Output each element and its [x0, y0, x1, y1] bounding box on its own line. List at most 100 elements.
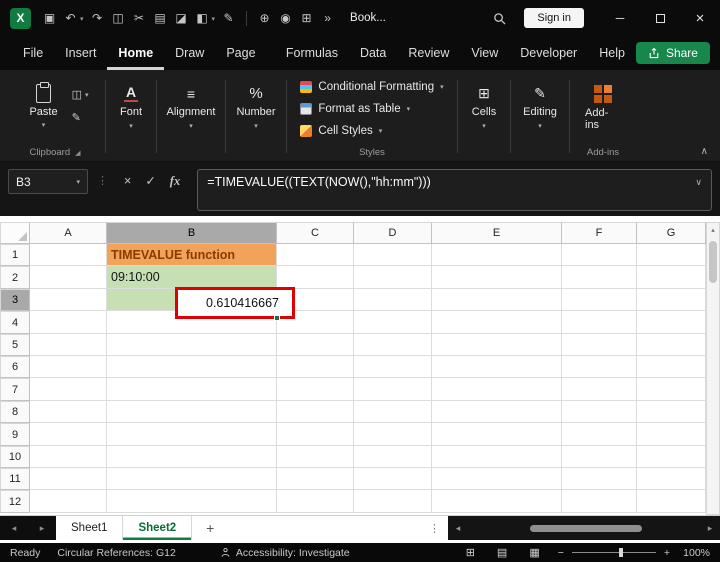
cell-F5[interactable] [562, 334, 637, 356]
cell-A4[interactable] [30, 311, 107, 334]
cell-E9[interactable] [432, 423, 562, 446]
row-header-11[interactable]: 11 [0, 468, 30, 490]
vertical-scroll-thumb[interactable] [709, 241, 717, 283]
sheet-tab-sheet2[interactable]: Sheet2 [123, 516, 193, 540]
column-header-A[interactable]: A [30, 222, 107, 244]
horizontal-scrollbar[interactable]: ◂ ▸ [448, 516, 720, 540]
scroll-right-icon[interactable]: ▸ [700, 523, 720, 534]
cell-B6[interactable] [107, 356, 277, 378]
cell-G6[interactable] [637, 356, 706, 378]
cell-B10[interactable] [107, 446, 277, 468]
cell-D2[interactable] [354, 266, 432, 289]
insert-table-icon[interactable]: ⊞ [296, 11, 317, 25]
undo-icon[interactable]: ↶ [60, 11, 81, 25]
cell-D4[interactable] [354, 311, 432, 334]
cell-A2[interactable] [30, 266, 107, 289]
cell-E10[interactable] [432, 446, 562, 468]
cell-G10[interactable] [637, 446, 706, 468]
column-header-D[interactable]: D [354, 222, 432, 244]
cell-D7[interactable] [354, 378, 432, 401]
horizontal-scroll-track[interactable] [468, 516, 700, 540]
page-break-view-icon[interactable]: ▦ [529, 546, 539, 559]
column-header-C[interactable]: C [277, 222, 354, 244]
cell-B7[interactable] [107, 378, 277, 401]
cell-C10[interactable] [277, 446, 354, 468]
zoom-slider-thumb[interactable] [618, 548, 623, 557]
cell-D5[interactable] [354, 334, 432, 356]
ribbon-tab-draw[interactable]: Draw [164, 36, 215, 70]
cell-G4[interactable] [637, 311, 706, 334]
chevron-down-icon[interactable]: ▾ [76, 178, 80, 186]
zoom-percentage[interactable]: 100% [680, 547, 710, 559]
row-header-5[interactable]: 5 [0, 334, 30, 356]
ribbon-tab-formulas[interactable]: Formulas [275, 36, 349, 70]
tab-split-handle[interactable]: ⋮ [429, 522, 440, 535]
cell-G12[interactable] [637, 490, 706, 513]
cell-A3[interactable] [30, 289, 107, 311]
insert-function-button[interactable]: fx [170, 169, 180, 194]
add-sheet-button[interactable]: + [206, 516, 214, 540]
cell-F6[interactable] [562, 356, 637, 378]
previous-sheet-button[interactable]: ◂ [0, 516, 28, 540]
cell-E2[interactable] [432, 266, 562, 289]
eraser-icon[interactable]: ◪ [171, 11, 192, 25]
zoom-out-button[interactable]: − [558, 547, 564, 559]
cell-F4[interactable] [562, 311, 637, 334]
cell-E5[interactable] [432, 334, 562, 356]
format-painter-button[interactable]: ✎ [72, 111, 89, 124]
cell-A1[interactable] [30, 244, 107, 266]
styles-item-cell-styles[interactable]: Cell Styles ▾ [300, 120, 382, 141]
vertical-scrollbar[interactable]: ▴ [706, 222, 720, 515]
name-box[interactable]: B3 ▾ [8, 169, 88, 194]
cell-G8[interactable] [637, 401, 706, 423]
row-header-4[interactable]: 4 [0, 311, 30, 334]
cell-C1[interactable] [277, 244, 354, 266]
redo-icon[interactable]: ↷ [87, 11, 108, 25]
font-group-button[interactable]: A Font ▾ [107, 72, 155, 161]
cell-A5[interactable] [30, 334, 107, 356]
cell-B2[interactable]: 09:10:00 [107, 266, 277, 289]
cell-D8[interactable] [354, 401, 432, 423]
cell-E3[interactable] [432, 289, 562, 311]
row-header-10[interactable]: 10 [0, 446, 30, 468]
chevron-down-icon[interactable]: ▾ [80, 15, 84, 23]
dialog-launcher-icon[interactable]: ◢ [75, 149, 80, 157]
cell-E8[interactable] [432, 401, 562, 423]
row-header-1[interactable]: 1 [0, 244, 30, 266]
cell-B12[interactable] [107, 490, 277, 513]
copy-button[interactable]: ◫ ▾ [72, 88, 89, 101]
cell-F7[interactable] [562, 378, 637, 401]
cell-G3[interactable] [637, 289, 706, 311]
formula-input[interactable]: =TIMEVALUE((TEXT(NOW(),"hh:mm"))) ∨ [197, 169, 712, 211]
cell-G5[interactable] [637, 334, 706, 356]
sign-in-button[interactable]: Sign in [524, 8, 584, 28]
clipboard-icon[interactable]: ▤ [150, 11, 171, 25]
scroll-up-icon[interactable]: ▴ [707, 223, 719, 234]
cell-C12[interactable] [277, 490, 354, 513]
row-header-3[interactable]: 3 [0, 289, 30, 311]
cell-F11[interactable] [562, 468, 637, 490]
cell-F2[interactable] [562, 266, 637, 289]
cell-B5[interactable] [107, 334, 277, 356]
cell-F8[interactable] [562, 401, 637, 423]
ribbon-tab-help[interactable]: Help [588, 36, 636, 70]
enter-button[interactable]: ✓ [145, 169, 155, 194]
cell-A10[interactable] [30, 446, 107, 468]
pin-icon[interactable]: ⊕ [254, 11, 275, 25]
ribbon-tab-insert[interactable]: Insert [54, 36, 107, 70]
row-header-8[interactable]: 8 [0, 401, 30, 423]
cell-B11[interactable] [107, 468, 277, 490]
row-header-12[interactable]: 12 [0, 490, 30, 513]
ribbon-tab-page-layout[interactable]: Page Layout [215, 36, 275, 94]
cells-group-button[interactable]: ⊞ Cells ▾ [459, 72, 509, 161]
cell-E1[interactable] [432, 244, 562, 266]
ribbon-tab-home[interactable]: Home [107, 36, 164, 70]
cell-F9[interactable] [562, 423, 637, 446]
maximize-button[interactable] [640, 0, 680, 36]
cancel-button[interactable]: × [124, 169, 131, 194]
collapse-ribbon-button[interactable]: ∧ [701, 146, 708, 157]
fill-handle[interactable] [274, 315, 280, 321]
add-ins-button[interactable]: Add-ins [577, 76, 629, 131]
ribbon-tab-developer[interactable]: Developer [509, 36, 588, 70]
ribbon-tab-review[interactable]: Review [397, 36, 460, 70]
